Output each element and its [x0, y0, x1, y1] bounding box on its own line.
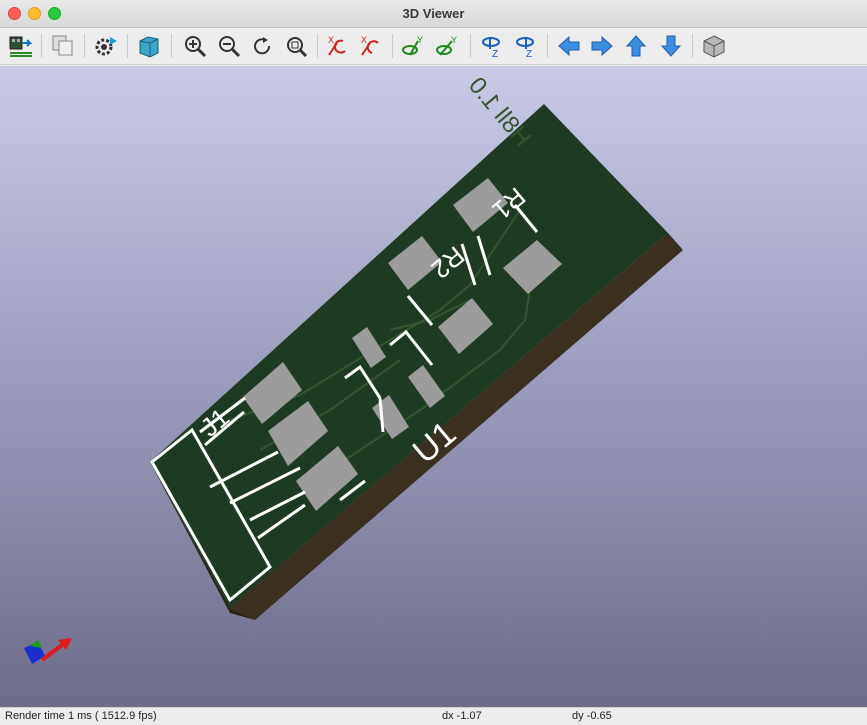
redraw-icon	[254, 37, 271, 55]
raytrace-button[interactable]	[134, 31, 164, 61]
3d-viewport[interactable]: J1 U1 R1 R2 H8ll 1.0	[0, 66, 867, 707]
rotate-z-cw-button[interactable]: Z	[476, 31, 506, 61]
move-right-button[interactable]	[587, 31, 617, 61]
status-bar: Render time 1 ms ( 1512.9 fps) dx -1.07 …	[0, 707, 867, 725]
svg-text:Z: Z	[492, 49, 498, 59]
version-label: H8ll 1.0	[463, 72, 536, 152]
rotate-x-cw-icon: X	[328, 35, 346, 56]
copy-image-button[interactable]	[48, 31, 78, 61]
render-time: Render time 1 ms ( 1512.9 fps)	[5, 710, 157, 722]
svg-text:Y: Y	[417, 35, 423, 45]
svg-text:X: X	[328, 35, 334, 45]
rotate-z-ccw-button[interactable]: Z	[510, 31, 540, 61]
move-left-icon	[558, 35, 580, 57]
ortho-view-button[interactable]	[699, 31, 729, 61]
copy-image-icon	[52, 35, 73, 56]
rotate-y-cw-button[interactable]: Y	[398, 31, 428, 61]
svg-text:Y: Y	[451, 35, 457, 45]
move-down-icon	[660, 35, 682, 57]
viewer-window: 3D Viewer X X Y Y Z Z J1 U1 R1 R2 H8ll 1…	[0, 0, 867, 725]
board-top	[150, 104, 668, 608]
zoom-out-icon	[219, 36, 241, 58]
rotate-x-ccw-icon: X	[361, 35, 379, 56]
toolbar: X X Y Y Z Z	[0, 28, 867, 65]
raytrace-icon	[139, 36, 159, 58]
rotate-z-ccw-icon: Z	[516, 37, 534, 59]
settings-button[interactable]	[91, 31, 121, 61]
dy-readout: dy -0.65	[572, 710, 612, 722]
zoom-fit-button[interactable]	[281, 31, 311, 61]
axis-triad	[24, 638, 72, 664]
zoom-in-button[interactable]	[180, 31, 210, 61]
svg-text:Z: Z	[526, 49, 532, 59]
rotate-y-ccw-button[interactable]: Y	[432, 31, 462, 61]
move-left-button[interactable]	[554, 31, 584, 61]
zoom-out-button[interactable]	[214, 31, 244, 61]
pcb-scene: J1 U1 R1 R2 H8ll 1.0	[24, 72, 683, 664]
redraw-button[interactable]	[247, 31, 277, 61]
svg-text:X: X	[361, 35, 367, 45]
move-down-button[interactable]	[656, 31, 686, 61]
zoom-in-icon	[185, 36, 207, 58]
move-up-button[interactable]	[621, 31, 651, 61]
rotate-x-ccw-button[interactable]: X	[356, 31, 386, 61]
window-title: 3D Viewer	[402, 6, 465, 21]
reload-board-button[interactable]	[6, 31, 36, 61]
rotate-z-cw-icon: Z	[482, 37, 500, 59]
rotate-x-cw-button[interactable]: X	[323, 31, 353, 61]
reload-board-icon	[9, 36, 33, 57]
zoom-fit-icon	[287, 37, 308, 58]
settings-icon	[95, 37, 117, 56]
rotate-y-ccw-icon: Y	[436, 35, 457, 56]
ortho-view-icon	[703, 35, 725, 58]
move-up-icon	[625, 35, 647, 57]
move-right-icon	[591, 35, 613, 57]
dx-readout: dx -1.07	[442, 710, 482, 722]
title-bar: 3D Viewer	[0, 0, 867, 28]
rotate-y-cw-icon: Y	[402, 35, 423, 56]
